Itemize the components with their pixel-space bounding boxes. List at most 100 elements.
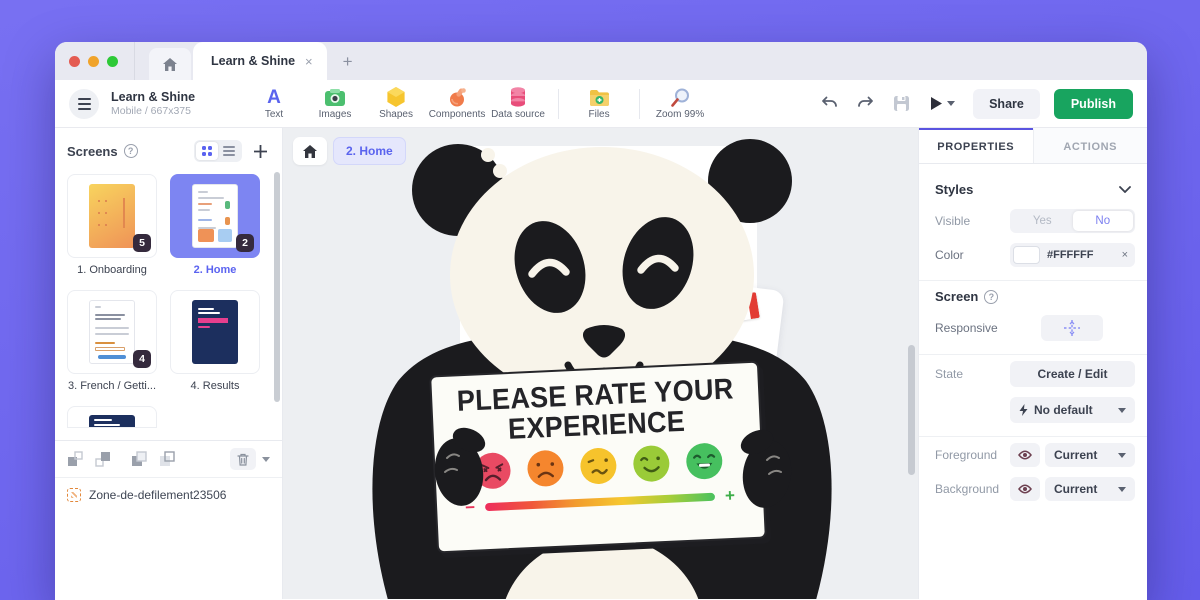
eye-icon <box>1018 450 1032 460</box>
tool-data-source[interactable]: Data source <box>491 87 545 120</box>
canvas[interactable]: 2. Home y: <box>283 128 918 599</box>
preview-dropdown-caret[interactable] <box>947 101 955 106</box>
share-button[interactable]: Share <box>973 89 1040 119</box>
color-field[interactable]: #FFFFFF × <box>1010 243 1135 267</box>
screen-card-partial[interactable] <box>67 406 157 428</box>
visible-label: Visible <box>935 214 970 228</box>
sad-emoji-icon[interactable] <box>526 449 566 489</box>
close-window-button[interactable] <box>69 56 80 67</box>
chevron-down-icon[interactable] <box>1119 180 1131 198</box>
visible-toggle[interactable]: Yes No <box>1010 209 1135 233</box>
tool-images[interactable]: Images <box>308 87 362 120</box>
shapes-icon <box>386 87 406 107</box>
send-backward-icon[interactable] <box>67 451 83 467</box>
tool-components[interactable]: Components <box>430 87 484 120</box>
trash-icon <box>237 453 249 466</box>
preview-button[interactable] <box>926 96 959 111</box>
screens-help-icon[interactable]: ? <box>124 144 138 158</box>
list-view-button[interactable] <box>218 142 240 160</box>
redo-button[interactable] <box>854 93 876 115</box>
list-view-icon <box>223 144 235 158</box>
tool-files[interactable]: Files <box>572 87 626 120</box>
screen-thumbnail <box>192 184 238 248</box>
delete-button[interactable] <box>230 448 256 470</box>
happy-emoji-icon[interactable] <box>632 444 672 484</box>
default-state-dropdown[interactable]: No default <box>1010 397 1135 423</box>
add-screen-button[interactable] <box>250 145 270 158</box>
text-icon: A <box>267 87 281 107</box>
traffic-lights <box>55 42 135 80</box>
save-button[interactable] <box>890 93 912 115</box>
screen-card-french[interactable]: 4 3. French / Getti... <box>67 290 157 392</box>
canvas-scrollbar[interactable] <box>908 345 915 475</box>
properties-panel: PROPERTIES ACTIONS Styles Visible Yes No… <box>918 128 1147 599</box>
eye-icon <box>1018 484 1032 494</box>
color-swatch[interactable] <box>1013 246 1040 264</box>
new-tab-button[interactable]: + <box>343 52 353 80</box>
breadcrumb-home-button[interactable] <box>293 137 327 165</box>
screen-card-home[interactable]: 2 2. Home <box>170 174 260 276</box>
color-value: #FFFFFF <box>1047 249 1115 261</box>
tab-properties[interactable]: PROPERTIES <box>919 128 1033 163</box>
screens-panel-title: Screens <box>67 144 118 159</box>
visible-yes-option[interactable]: Yes <box>1012 211 1073 231</box>
bring-forward-icon[interactable] <box>95 451 111 467</box>
project-subtitle: Mobile / 667x375 <box>111 105 195 117</box>
grinning-emoji-icon[interactable] <box>684 441 724 481</box>
publish-button[interactable]: Publish <box>1054 89 1133 119</box>
screen-thumbnail <box>89 415 135 428</box>
visible-no-option[interactable]: No <box>1073 211 1134 231</box>
screen-card-onboarding[interactable]: 5 1. Onboarding <box>67 174 157 276</box>
tool-zoom[interactable]: Zoom 99% <box>653 87 707 120</box>
layer-item-zone-de-defilement[interactable]: Zone-de-defilement23506 <box>55 478 282 512</box>
background-visibility-button[interactable] <box>1010 477 1040 501</box>
breadcrumb-current-screen[interactable]: 2. Home <box>333 137 406 165</box>
foreground-dropdown[interactable]: Current <box>1045 443 1135 467</box>
home-icon <box>303 145 317 158</box>
rating-scale: − + <box>465 492 735 512</box>
tool-text[interactable]: A Text <box>247 87 301 120</box>
neutral-emoji-icon[interactable] <box>579 446 619 486</box>
tab-actions[interactable]: ACTIONS <box>1033 128 1148 163</box>
state-label: State <box>935 367 963 381</box>
toolbar-actions: Share Publish <box>818 89 1133 119</box>
project-info: Learn & Shine Mobile / 667x375 <box>111 90 195 117</box>
maximize-window-button[interactable] <box>107 56 118 67</box>
panda-left-paw <box>429 424 491 510</box>
screen-help-icon[interactable]: ? <box>984 290 998 304</box>
grid-view-icon <box>202 146 212 156</box>
bring-to-front-icon[interactable] <box>159 451 175 467</box>
breadcrumb: 2. Home <box>293 137 406 165</box>
responsive-button[interactable] <box>1041 315 1103 341</box>
files-icon <box>589 87 610 107</box>
screen-label: 1. Onboarding <box>67 264 157 276</box>
minimize-window-button[interactable] <box>88 56 99 67</box>
grid-view-button[interactable] <box>196 142 218 160</box>
background-dropdown[interactable]: Current <box>1045 477 1135 501</box>
tab-close-icon[interactable]: × <box>305 54 313 69</box>
clear-color-icon[interactable]: × <box>1122 249 1128 261</box>
home-tab[interactable] <box>149 48 191 80</box>
dropdown-caret-icon <box>1118 487 1126 492</box>
tab-learn-and-shine[interactable]: Learn & Shine × <box>193 42 327 80</box>
undo-button[interactable] <box>818 93 840 115</box>
foreground-label: Foreground <box>935 448 997 462</box>
toolbar-divider <box>558 89 559 119</box>
dropdown-caret-icon <box>1118 453 1126 458</box>
menu-button[interactable] <box>69 89 99 119</box>
screen-badge: 2 <box>236 234 254 252</box>
screen-label: 4. Results <box>170 380 260 392</box>
screen-badge: 4 <box>133 350 151 368</box>
images-icon <box>325 87 345 107</box>
responsive-label: Responsive <box>935 321 998 335</box>
screen-label: 2. Home <box>170 264 260 276</box>
tool-shapes[interactable]: Shapes <box>369 87 423 120</box>
create-edit-button[interactable]: Create / Edit <box>1010 361 1135 387</box>
screens-scrollbar[interactable] <box>274 172 280 402</box>
delete-dropdown-caret[interactable] <box>262 457 270 462</box>
panda-right-paw <box>735 426 797 512</box>
screen-card-results[interactable]: 4. Results <box>170 290 260 392</box>
background-label: Background <box>935 482 999 496</box>
send-to-back-icon[interactable] <box>131 451 147 467</box>
foreground-visibility-button[interactable] <box>1010 443 1040 467</box>
